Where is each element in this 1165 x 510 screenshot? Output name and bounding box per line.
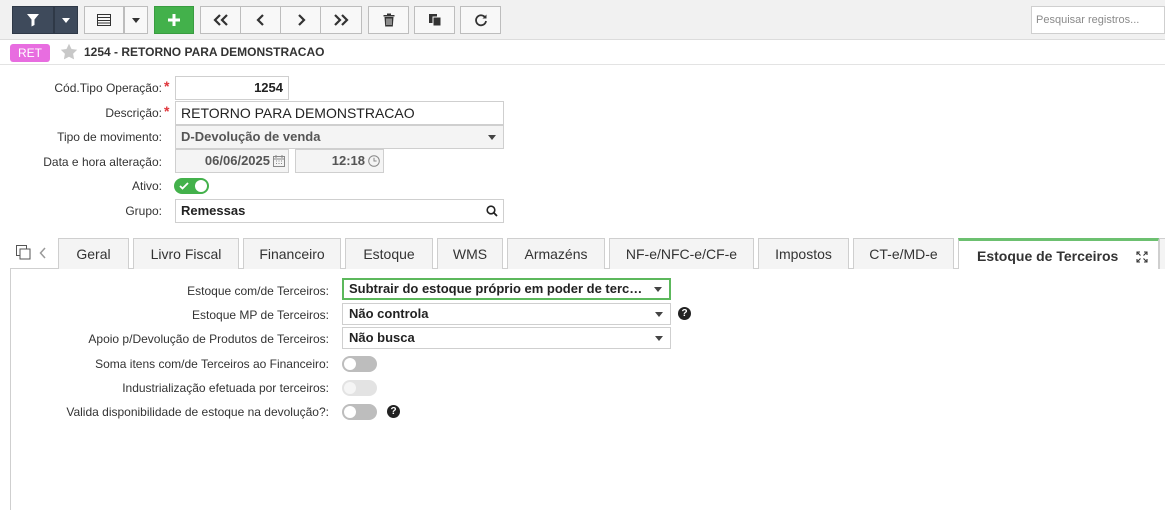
tab-financeiro[interactable]: Financeiro: [243, 238, 341, 269]
grid-view-dropdown-button[interactable]: [124, 6, 148, 34]
previous-record-button[interactable]: [240, 6, 281, 34]
refresh-icon: [474, 14, 487, 27]
tab-livro-fiscal[interactable]: Livro Fiscal: [133, 238, 239, 269]
estoque-terceiros-select[interactable]: Subtrair do estoque próprio em poder de …: [342, 278, 671, 300]
clock-icon: [368, 155, 380, 167]
grupo-value: Remessas: [181, 203, 246, 218]
toolbar: [0, 0, 1165, 40]
chevron-down-icon: [488, 135, 496, 140]
tab-estoque[interactable]: Estoque: [345, 238, 433, 269]
chevron-down-icon: [655, 336, 663, 341]
apoio-devolucao-select[interactable]: Não busca: [342, 327, 671, 349]
delete-button[interactable]: [368, 6, 409, 34]
descricao-field[interactable]: RETORNO PARA DEMONSTRACAO: [175, 101, 504, 125]
descricao-label: Descrição:: [105, 106, 162, 120]
tab-overflow-edge: [1159, 238, 1165, 269]
soma-itens-label: Soma itens com/de Terceiros ao Financeir…: [95, 357, 329, 371]
estoque-mp-label: Estoque MP de Terceiros:: [192, 308, 329, 322]
cod-tipo-operacao-label: Cód.Tipo Operação:: [54, 81, 162, 95]
star-icon[interactable]: [60, 43, 78, 60]
valida-disponibilidade-label: Valida disponibilidade de estoque na dev…: [66, 405, 329, 419]
estoque-mp-select[interactable]: Não controla: [342, 303, 671, 325]
record-header: RET 1254 - RETORNO PARA DEMONSTRACAO: [0, 40, 1165, 65]
double-chevron-left-icon: [212, 14, 228, 26]
last-record-button[interactable]: [320, 6, 362, 34]
apoio-devolucao-value: Não busca: [349, 330, 415, 345]
tab-wms[interactable]: WMS: [437, 238, 503, 269]
copy-icon: [428, 14, 441, 27]
grupo-field[interactable]: Remessas: [175, 199, 504, 223]
data-hora-label: Data e hora alteração:: [43, 155, 162, 169]
caret-down-icon: [62, 17, 70, 23]
page-title: 1254 - RETORNO PARA DEMONSTRACAO: [84, 45, 325, 59]
industrializacao-label: Industrialização efetuada por terceiros:: [122, 381, 329, 395]
estoque-mp-value: Não controla: [349, 306, 429, 321]
expand-icon[interactable]: [1136, 251, 1148, 263]
chevron-left-icon: [255, 14, 264, 26]
data-alteracao-value: 06/06/2025: [204, 153, 270, 168]
estoque-terceiros-value: Subtrair do estoque próprio em poder de …: [349, 281, 649, 296]
data-alteracao-field[interactable]: 06/06/2025: [175, 149, 289, 173]
duplicate-button[interactable]: [414, 6, 455, 34]
tab-cte-mdfe[interactable]: CT-e/MD-e: [853, 238, 954, 269]
tab-estoque-terceiros[interactable]: Estoque de Terceiros: [958, 238, 1159, 270]
double-chevron-right-icon: [334, 14, 349, 26]
chevron-down-icon: [654, 287, 662, 292]
required-marker: *: [164, 78, 170, 94]
ativo-label: Ativo:: [131, 179, 162, 193]
estoque-terceiros-label: Estoque com/de Terceiros:: [187, 284, 329, 298]
required-marker: *: [164, 103, 170, 119]
help-icon[interactable]: ?: [387, 405, 400, 418]
toggle-knob: [344, 406, 356, 418]
copy-tabs-icon[interactable]: [16, 245, 31, 260]
tipo-movimento-value: D-Devolução de venda: [181, 129, 321, 144]
hora-alteracao-value: 12:18: [331, 153, 365, 168]
table-icon: [97, 14, 111, 26]
grupo-label: Grupo:: [125, 204, 162, 218]
search-input[interactable]: [1031, 6, 1165, 34]
filter-button[interactable]: [12, 6, 54, 34]
filter-icon: [27, 14, 39, 27]
chevron-left-icon[interactable]: [39, 247, 47, 259]
add-button[interactable]: [154, 6, 194, 34]
refresh-button[interactable]: [460, 6, 501, 34]
grid-view-button[interactable]: [84, 6, 124, 34]
soma-itens-toggle[interactable]: [342, 356, 377, 372]
check-icon: [179, 182, 189, 190]
filter-dropdown-button[interactable]: [54, 6, 78, 34]
caret-down-icon: [132, 17, 140, 23]
calendar-icon: [273, 155, 285, 167]
plus-icon: [168, 14, 180, 26]
record-type-badge: RET: [10, 44, 50, 62]
tab-geral[interactable]: Geral: [58, 238, 129, 269]
trash-icon: [383, 13, 394, 27]
tab-nfe[interactable]: NF-e/NFC-e/CF-e: [609, 238, 754, 269]
tab-impostos[interactable]: Impostos: [758, 238, 849, 269]
toggle-knob: [344, 358, 356, 370]
next-record-button[interactable]: [280, 6, 321, 34]
tab-estoque-terceiros-label: Estoque de Terceiros: [977, 247, 1119, 264]
tipo-movimento-select[interactable]: D-Devolução de venda: [175, 125, 504, 149]
toggle-knob: [344, 382, 356, 394]
valida-disponibilidade-toggle[interactable]: [342, 404, 377, 420]
hora-alteracao-field[interactable]: 12:18: [295, 149, 384, 173]
chevron-right-icon: [297, 14, 306, 26]
tipo-movimento-label: Tipo de movimento:: [57, 130, 162, 144]
help-icon[interactable]: ?: [678, 307, 691, 320]
toggle-knob: [195, 180, 207, 192]
first-record-button[interactable]: [200, 6, 241, 34]
chevron-down-icon: [655, 312, 663, 317]
apoio-devolucao-label: Apoio p/Devolução de Produtos de Terceir…: [88, 332, 329, 346]
ativo-toggle[interactable]: [174, 178, 209, 194]
cod-tipo-operacao-field[interactable]: 1254: [175, 76, 289, 100]
search-icon[interactable]: [486, 205, 498, 217]
industrializacao-toggle: [342, 380, 377, 396]
tab-armazens[interactable]: Armazéns: [507, 238, 605, 269]
